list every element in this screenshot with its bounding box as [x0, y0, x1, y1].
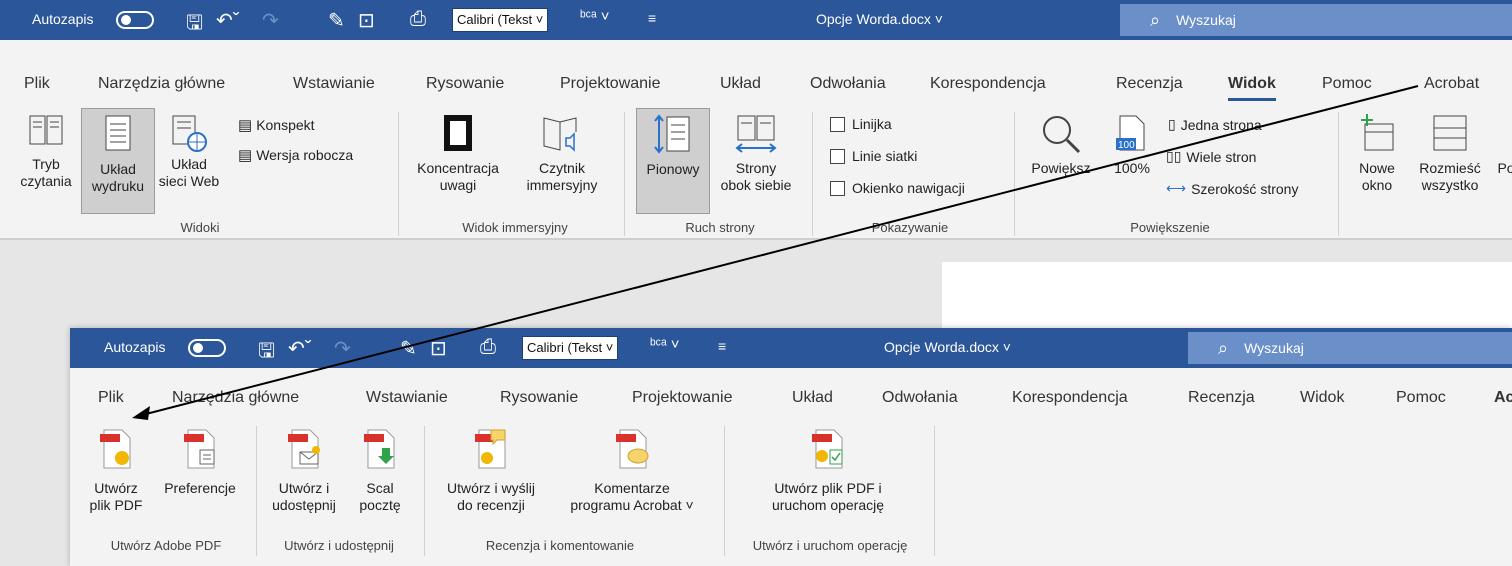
callout-arrow	[132, 85, 1419, 420]
